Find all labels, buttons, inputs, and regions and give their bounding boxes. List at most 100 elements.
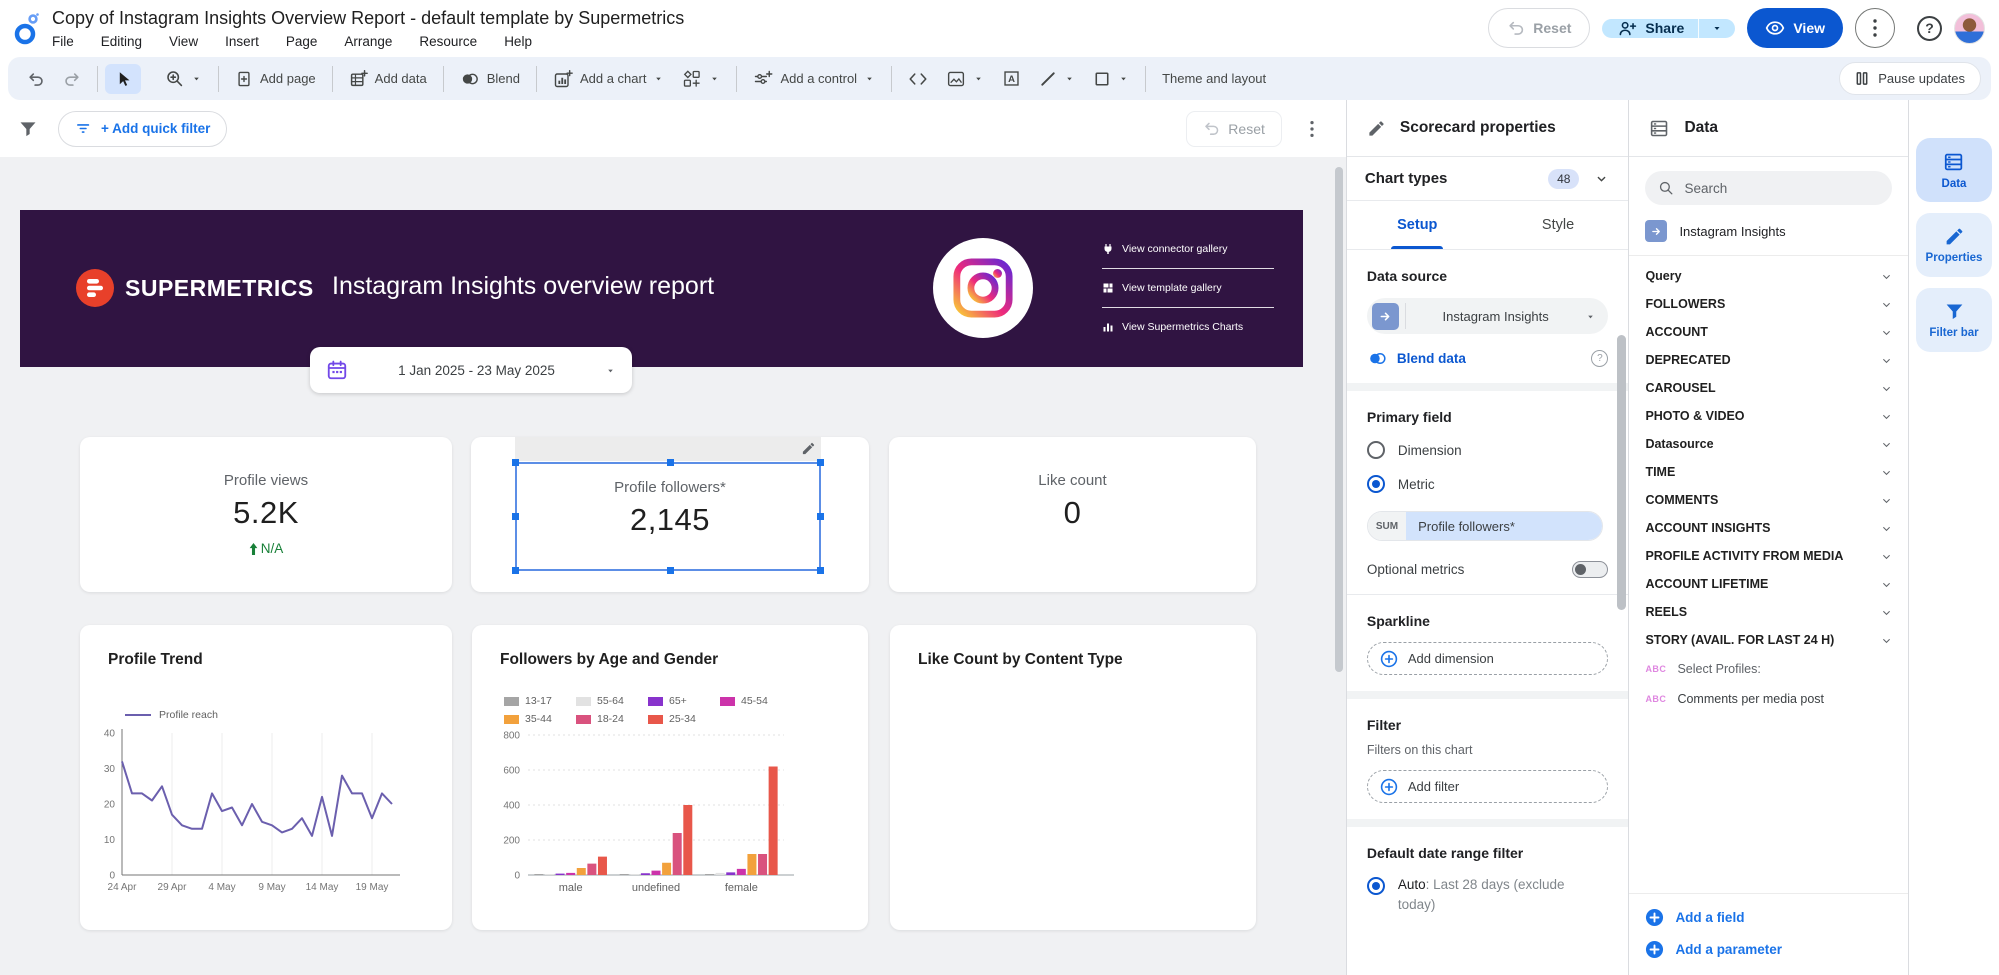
field-group-row[interactable]: PROFILE ACTIVITY FROM MEDIA <box>1629 542 1908 570</box>
properties-scrollbar[interactable] <box>1617 335 1626 610</box>
chart-types-count-badge: 48 <box>1548 169 1579 189</box>
filter-reset-button[interactable]: Reset <box>1186 111 1282 147</box>
radio-metric[interactable]: Metric <box>1367 475 1609 493</box>
field-group-row[interactable]: CAROUSEL <box>1629 374 1908 402</box>
scorecard-like-count[interactable]: Like count 0 <box>889 437 1256 592</box>
bar-chart-icon <box>1102 321 1114 333</box>
avatar[interactable] <box>1954 13 1985 44</box>
profile-trend-chart[interactable]: Profile Trend Profile reach 01020304024 … <box>80 625 452 930</box>
menu-help[interactable]: Help <box>504 34 532 49</box>
shape-tool[interactable] <box>1084 64 1138 94</box>
chart-types-row[interactable]: Chart types 48 <box>1347 157 1629 201</box>
field-group-row[interactable]: TIME <box>1629 458 1908 486</box>
chevron-down-icon <box>1879 605 1894 620</box>
field-group-row[interactable]: DEPRECATED <box>1629 346 1908 374</box>
add-control-button[interactable]: Add a control <box>744 64 884 94</box>
zoom-tool[interactable] <box>156 64 211 94</box>
field-group-row[interactable]: ACCOUNT LIFETIME <box>1629 570 1908 598</box>
radio-dimension[interactable]: Dimension <box>1367 441 1609 459</box>
theme-and-layout-button[interactable]: Theme and layout <box>1153 64 1275 94</box>
pause-updates-button[interactable]: Pause updates <box>1839 62 1981 95</box>
data-source-select[interactable]: Instagram Insights <box>1367 298 1609 334</box>
field-select-profiles[interactable]: ABC Select Profiles: <box>1629 654 1908 684</box>
menu-arrange[interactable]: Arrange <box>344 34 392 49</box>
date-range-auto-option[interactable]: Auto: Last 28 days (exclude today) <box>1367 875 1609 914</box>
like-count-by-content-type-chart[interactable]: Like Count by Content Type <box>890 625 1256 930</box>
document-title[interactable]: Copy of Instagram Insights Overview Repo… <box>52 8 684 29</box>
help-button[interactable]: ? <box>1917 16 1942 41</box>
add-page-button[interactable]: Add page <box>226 64 325 94</box>
menu-editing[interactable]: Editing <box>101 34 142 49</box>
report-header-banner: SUPERMETRICS Instagram Insights overview… <box>20 210 1303 367</box>
menu-view[interactable]: View <box>169 34 198 49</box>
more-options-button[interactable] <box>1855 8 1895 48</box>
help-tooltip-icon[interactable]: ? <box>1591 350 1608 367</box>
select-cursor-tool[interactable] <box>105 64 141 94</box>
scorecard-profile-followers[interactable]: Profile followers* 2,145 <box>471 437 869 592</box>
field-group-row[interactable]: ACCOUNT INSIGHTS <box>1629 514 1908 542</box>
image-tool[interactable] <box>937 64 993 94</box>
redo-button[interactable] <box>54 64 90 94</box>
field-group-row[interactable]: ACCOUNT <box>1629 318 1908 346</box>
undo-button[interactable] <box>18 64 54 94</box>
field-group-row[interactable]: REELS <box>1629 598 1908 626</box>
filter-bar: + Add quick filter Reset <box>0 100 1346 157</box>
field-group-row[interactable]: Query <box>1629 262 1908 290</box>
date-range-control[interactable]: 1 Jan 2025 - 23 May 2025 <box>310 347 632 393</box>
add-a-field-button[interactable]: Add a field <box>1645 908 1892 927</box>
add-quick-filter-button[interactable]: + Add quick filter <box>58 111 227 147</box>
text-tool[interactable]: A <box>993 64 1030 94</box>
optional-metrics-toggle[interactable] <box>1572 561 1608 578</box>
field-search-input[interactable]: Search <box>1645 171 1892 205</box>
rail-filter-bar-button[interactable]: Filter bar <box>1916 288 1992 352</box>
share-button[interactable]: Share <box>1602 19 1735 38</box>
bar-chart-plot: 0200400600800maleundefinedfemale <box>484 729 829 904</box>
blend-button[interactable]: Blend <box>451 64 529 94</box>
report-canvas[interactable]: SUPERMETRICS Instagram Insights overview… <box>0 157 1346 975</box>
field-group-row[interactable]: STORY (AVAIL. FOR LAST 24 H) <box>1629 626 1908 654</box>
canvas-scrollbar[interactable] <box>1335 167 1343 672</box>
data-source-row[interactable]: Instagram Insights <box>1629 205 1908 256</box>
field-group-row[interactable]: Datasource <box>1629 430 1908 458</box>
field-comments-per-media-post[interactable]: ABC Comments per media post <box>1629 684 1908 714</box>
view-supermetrics-charts-link[interactable]: View Supermetrics Charts <box>1102 315 1274 339</box>
tab-setup[interactable]: Setup <box>1347 201 1488 249</box>
edit-pencil-icon[interactable] <box>801 441 816 456</box>
menu-insert[interactable]: Insert <box>225 34 259 49</box>
blend-data-link[interactable]: Blend data <box>1397 351 1583 366</box>
image-icon <box>946 70 966 88</box>
add-chart-button[interactable]: Add a chart <box>544 64 674 94</box>
community-visualizations-button[interactable] <box>673 64 729 94</box>
line-tool[interactable] <box>1030 64 1084 94</box>
filter-bar-more-icon[interactable] <box>1304 119 1320 139</box>
field-group-row[interactable]: COMMENTS <box>1629 486 1908 514</box>
share-dropdown-caret[interactable] <box>1698 19 1735 38</box>
aggregation-badge[interactable]: SUM <box>1368 512 1406 540</box>
field-group-row[interactable]: PHOTO & VIDEO <box>1629 402 1908 430</box>
data-panel: Data Search Instagram Insights QueryFOLL… <box>1628 100 1908 975</box>
view-button[interactable]: View <box>1747 8 1843 48</box>
add-filter-button[interactable]: Add filter <box>1367 770 1609 803</box>
menu-file[interactable]: File <box>52 34 74 49</box>
add-a-parameter-button[interactable]: Add a parameter <box>1645 940 1892 959</box>
embed-code-button[interactable] <box>899 64 937 94</box>
view-template-gallery-link[interactable]: View template gallery <box>1102 276 1274 300</box>
add-data-button[interactable]: Add data <box>340 64 436 94</box>
metric-field-chip[interactable]: SUM Profile followers* <box>1367 511 1603 541</box>
menu-resource[interactable]: Resource <box>419 34 477 49</box>
add-dimension-button[interactable]: Add dimension <box>1367 642 1609 675</box>
bar-legend: 13-1755-6465+45-5435-4418-2425-34 <box>504 695 804 725</box>
rail-data-button[interactable]: Data <box>1916 138 1992 202</box>
menu-page[interactable]: Page <box>286 34 318 49</box>
field-group-row[interactable]: FOLLOWERS <box>1629 290 1908 318</box>
funnel-icon[interactable] <box>18 119 38 139</box>
followers-age-gender-chart[interactable]: Followers by Age and Gender 13-1755-6465… <box>472 625 868 930</box>
tab-style[interactable]: Style <box>1488 201 1629 249</box>
looker-studio-logo-icon[interactable] <box>12 12 42 46</box>
reset-button[interactable]: Reset <box>1488 8 1590 48</box>
svg-text:14 May: 14 May <box>306 882 339 893</box>
legend-item: 35-44 <box>504 713 576 725</box>
view-connector-gallery-link[interactable]: View connector gallery <box>1102 237 1274 261</box>
rail-properties-button[interactable]: Properties <box>1916 213 1992 277</box>
scorecard-profile-views[interactable]: Profile views 5.2K N/A <box>80 437 452 592</box>
